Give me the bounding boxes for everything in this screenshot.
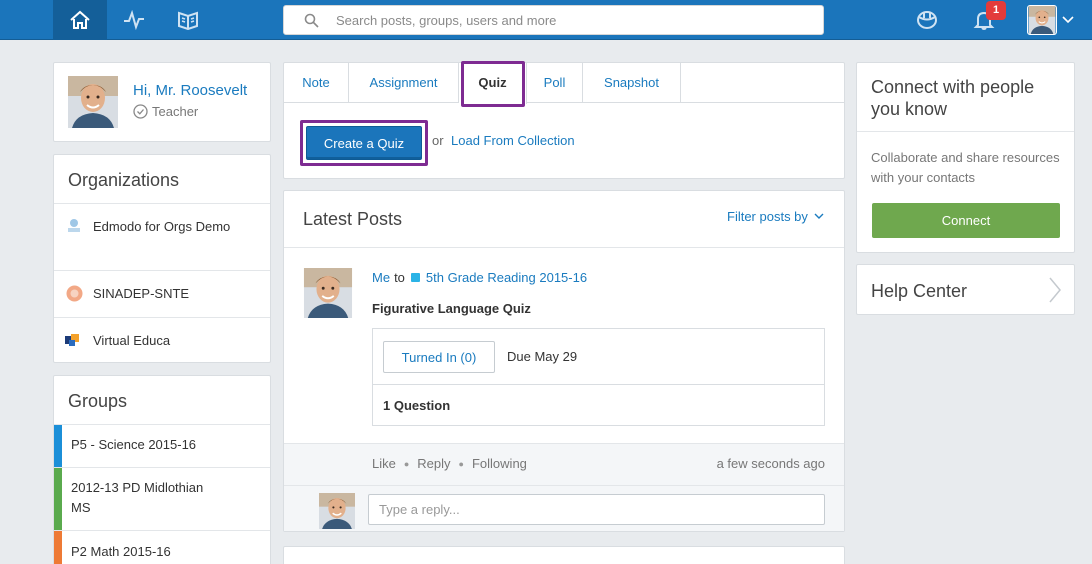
activity-icon <box>124 10 144 30</box>
tab-poll[interactable]: Poll <box>527 63 583 103</box>
connect-description: Collaborate and share resources with you… <box>871 150 1060 185</box>
greeting-link[interactable]: Hi, Mr. Roosevelt <box>133 82 247 99</box>
separator-dot: ● <box>458 458 464 469</box>
reply-link[interactable]: Reply <box>417 456 450 471</box>
connect-title: Connect with people you know <box>871 77 1035 119</box>
next-post-card <box>283 546 845 564</box>
avatar <box>1028 6 1056 34</box>
help-center-title: Help Center <box>871 281 968 301</box>
home-icon <box>70 10 90 29</box>
library-icon <box>178 11 198 30</box>
quiz-tab-highlight <box>461 61 525 107</box>
filter-label: Filter posts by <box>727 209 808 224</box>
backpack-button[interactable] <box>900 0 954 40</box>
post-footer: Like ● Reply ● Following a few seconds a… <box>284 443 844 531</box>
library-nav-button[interactable] <box>161 0 215 40</box>
post-composer: Note Assignment Quiz Poll Snapshot Creat… <box>283 61 845 179</box>
notification-badge: 1 <box>986 1 1006 20</box>
search-input[interactable] <box>336 6 806 34</box>
help-center-card[interactable]: Help Center <box>856 264 1075 315</box>
groups-card: Groups P5 - Science 2015-16 2012-13 PD M… <box>53 375 271 564</box>
latest-posts-title: Latest Posts <box>303 209 403 229</box>
divider <box>373 384 824 385</box>
question-count: 1 Question <box>383 398 451 413</box>
role-text: Teacher <box>152 104 199 119</box>
filter-posts-dropdown[interactable]: Filter posts by <box>727 209 824 224</box>
org-label: SINADEP-SNTE <box>93 286 190 301</box>
sinadep-icon <box>66 285 83 302</box>
divider <box>857 131 1074 132</box>
avatar[interactable] <box>303 268 353 318</box>
search-icon <box>304 13 319 28</box>
organizations-title: Organizations <box>68 170 180 190</box>
post-meta: Me to 5th Grade Reading 2015-16 <box>372 270 587 285</box>
org-label: Virtual Educa <box>93 333 171 348</box>
post-timestamp: a few seconds ago <box>716 456 825 471</box>
home-nav-button[interactable] <box>53 0 107 40</box>
latest-posts-card: Latest Posts Filter posts by Me to 5th G… <box>283 190 845 532</box>
group-item[interactable]: 2012-13 PD Midlothian MS <box>54 467 270 530</box>
chevron-right-icon <box>1049 277 1061 303</box>
turned-in-button[interactable]: Turned In (0) <box>383 341 495 373</box>
composer-tabs: Note Assignment Quiz Poll Snapshot <box>284 63 844 104</box>
organizations-card: Organizations Edmodo for Orgs Demo SINAD… <box>53 154 271 363</box>
quiz-attachment: Turned In (0) Due May 29 1 Question <box>372 328 825 426</box>
reply-input[interactable] <box>368 494 825 525</box>
group-item[interactable]: P5 - Science 2015-16 <box>54 424 270 467</box>
profile-card: Hi, Mr. Roosevelt Teacher <box>53 62 271 142</box>
org-item[interactable]: Virtual Educa <box>54 317 270 363</box>
top-navigation-bar: 1 <box>0 0 1092 40</box>
sender-link[interactable]: Me <box>372 270 390 285</box>
group-color-bar <box>54 468 62 530</box>
activity-nav-button[interactable] <box>107 0 161 40</box>
like-link[interactable]: Like <box>372 456 396 471</box>
group-link[interactable]: 5th Grade Reading 2015-16 <box>426 270 587 285</box>
chevron-down-icon <box>814 213 824 219</box>
group-label: 2012-13 PD Midlothian MS <box>71 480 204 515</box>
group-item[interactable]: P2 Math 2015-16 <box>54 530 270 564</box>
following-link[interactable]: Following <box>472 456 527 471</box>
divider <box>284 485 844 486</box>
org-item[interactable]: Edmodo for Orgs Demo <box>54 203 270 270</box>
create-quiz-highlight: Create a Quiz <box>300 120 428 166</box>
avatar <box>319 493 355 529</box>
create-quiz-button[interactable]: Create a Quiz <box>306 126 422 160</box>
tab-note[interactable]: Note <box>284 63 349 103</box>
chevron-down-icon[interactable] <box>1062 16 1074 24</box>
virtual-educa-icon <box>65 334 79 346</box>
tab-assignment[interactable]: Assignment <box>349 63 459 103</box>
search-bar <box>283 5 824 35</box>
backpack-icon <box>917 11 937 29</box>
post-title: Figurative Language Quiz <box>372 301 531 316</box>
avatar[interactable] <box>68 76 118 128</box>
group-color-icon <box>410 273 420 282</box>
group-label: P2 Math 2015-16 <box>71 544 171 559</box>
group-color-bar <box>54 531 62 564</box>
edmodo-orgs-icon <box>68 219 80 232</box>
to-text: to <box>394 270 405 285</box>
org-label: Edmodo for Orgs Demo <box>93 219 231 234</box>
tab-snapshot[interactable]: Snapshot <box>583 63 681 103</box>
load-from-collection-link[interactable]: Load From Collection <box>451 133 575 148</box>
connect-card: Connect with people you know Collaborate… <box>856 62 1075 253</box>
connect-button[interactable]: Connect <box>872 203 1060 238</box>
post-actions: Like ● Reply ● Following <box>372 456 527 471</box>
divider <box>284 247 844 248</box>
separator-dot: ● <box>403 458 410 469</box>
user-avatar-menu[interactable] <box>1027 5 1057 35</box>
group-color-bar <box>54 425 62 467</box>
org-item[interactable]: SINADEP-SNTE <box>54 270 270 317</box>
group-label: P5 - Science 2015-16 <box>71 437 197 452</box>
due-date: Due May 29 <box>507 349 578 364</box>
check-circle-icon <box>133 104 148 119</box>
role-label: Teacher <box>133 104 198 119</box>
or-text: or <box>432 133 444 148</box>
groups-title: Groups <box>68 391 128 411</box>
